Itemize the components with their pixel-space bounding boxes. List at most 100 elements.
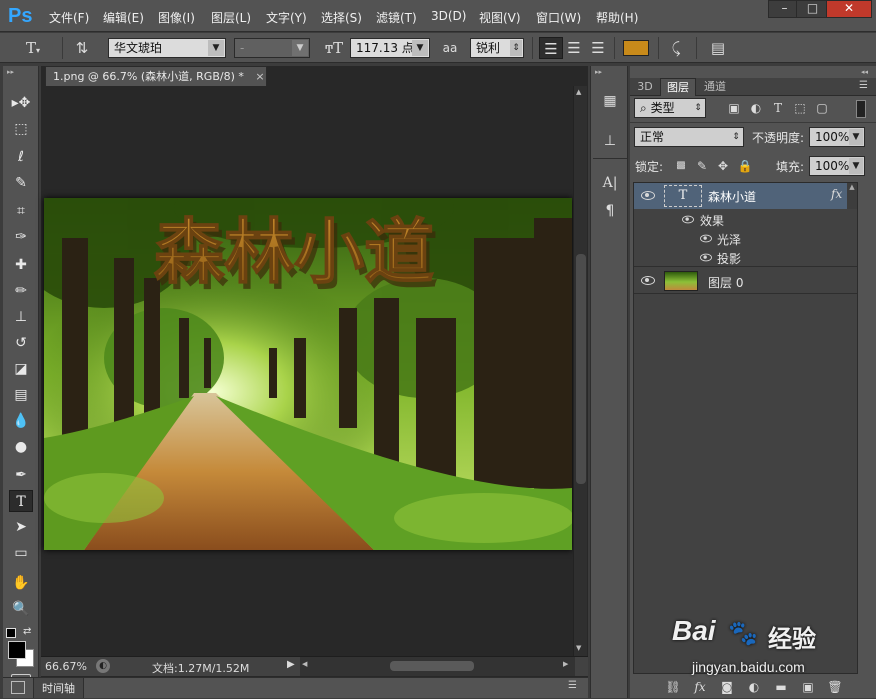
gradient-icon[interactable]: ▤ [9, 384, 33, 406]
font-family-select[interactable]: 华文琥珀 ▼ [108, 38, 226, 58]
menu-type[interactable]: 文字(Y) [266, 9, 307, 26]
scroll-down-icon[interactable]: ▼ [576, 644, 581, 652]
collapse-icon[interactable]: ◂◂ [861, 68, 868, 76]
lock-pixels-icon[interactable]: ✎ [694, 158, 710, 174]
move-icon[interactable]: ▸✥ [9, 92, 33, 114]
blur-icon[interactable]: 💧 [9, 410, 33, 432]
collapse-icon[interactable]: ▸▸ [7, 68, 35, 76]
effect-satin-eye-icon[interactable] [700, 234, 712, 243]
properties-panel-icon[interactable]: ⊥ [599, 130, 621, 152]
canvas-text[interactable]: 森林小道 [153, 210, 435, 294]
visibility-eye-icon[interactable] [641, 191, 655, 200]
effects-eye-icon[interactable] [682, 215, 694, 224]
effect-drop-shadow[interactable]: 投影 [717, 250, 741, 267]
collapse-icon[interactable]: ▸▸ [595, 68, 602, 76]
crop-icon[interactable]: ⌗ [9, 200, 33, 222]
align-right-icon[interactable]: ☰ [586, 37, 610, 59]
expand-effects-icon[interactable]: ▲ [847, 183, 857, 209]
font-style-select[interactable]: - ▼ [234, 38, 310, 58]
filter-pixel-icon[interactable]: ▣ [726, 100, 742, 116]
filter-type-icon[interactable]: T [770, 100, 786, 116]
marquee-icon[interactable]: ⬚ [9, 118, 33, 140]
warp-text-icon[interactable]: ⤹ [664, 37, 688, 59]
filter-smart-object-icon[interactable]: ▢ [814, 100, 830, 116]
hand-icon[interactable]: ✋ [9, 572, 33, 594]
status-menu-arrow-icon[interactable]: ▶ [287, 659, 295, 670]
panel-icon[interactable] [11, 681, 25, 694]
menu-image[interactable]: 图像(I) [158, 9, 195, 26]
character-panel-icon[interactable]: A| [599, 172, 621, 194]
filter-shape-icon[interactable]: ⬚ [792, 100, 808, 116]
menu-window[interactable]: 窗口(W) [536, 9, 581, 26]
path-select-icon[interactable]: ➤ [9, 516, 33, 538]
horizontal-scrollbar[interactable]: ◀ ▶ [300, 657, 575, 676]
menu-3d[interactable]: 3D(D) [431, 9, 466, 23]
align-center-icon[interactable]: ☰ [562, 37, 586, 59]
pen-icon[interactable]: ✒ [9, 464, 33, 486]
vertical-scrollbar[interactable]: ▲ ▼ [573, 86, 587, 656]
document-tab[interactable]: 1.png @ 66.7% (森林小道, RGB/8) * × [45, 66, 267, 86]
fx-icon[interactable]: fx [831, 187, 842, 201]
filter-toggle[interactable] [856, 100, 866, 118]
menu-edit[interactable]: 编辑(E) [103, 9, 144, 26]
menu-view[interactable]: 视图(V) [479, 9, 521, 26]
layer-name[interactable]: 森林小道 [708, 188, 756, 205]
maximize-button[interactable]: □ [796, 0, 829, 18]
lock-transparent-icon[interactable]: ▩ [673, 158, 689, 174]
scroll-up-icon[interactable]: ▲ [576, 88, 581, 96]
tab-layers[interactable]: 图层 [660, 78, 696, 96]
menu-layer[interactable]: 图层(L) [211, 9, 251, 26]
foreground-color-swatch[interactable] [8, 641, 26, 659]
eyedropper-icon[interactable]: ✑ [9, 226, 33, 248]
layer-filter-select[interactable]: ⌕ 类型 ⇕ [634, 98, 706, 118]
close-tab-icon[interactable]: × [255, 70, 264, 83]
anti-alias-select[interactable]: 锐利 ⇕ [470, 38, 524, 58]
menu-filter[interactable]: 滤镜(T) [376, 9, 417, 26]
menu-help[interactable]: 帮助(H) [596, 9, 638, 26]
tab-channels[interactable]: 通道 [698, 78, 732, 96]
swap-colors-icon[interactable]: ⇄ [23, 626, 31, 637]
effect-drop-shadow-eye-icon[interactable] [700, 253, 712, 262]
menu-file[interactable]: 文件(F) [49, 9, 89, 26]
scroll-right-icon[interactable]: ▶ [563, 660, 568, 668]
align-left-icon[interactable]: ☰ [539, 37, 563, 59]
timeline-tab[interactable]: 时间轴 [33, 678, 84, 698]
text-orientation-icon[interactable]: ⇅ [70, 37, 94, 59]
eraser-icon[interactable]: ◪ [9, 358, 33, 380]
healing-icon[interactable]: ✚ [9, 254, 33, 276]
brush-icon[interactable]: ✏ [9, 280, 33, 302]
default-colors-icon[interactable] [6, 628, 16, 638]
zoom-level[interactable]: 66.67% [45, 660, 87, 673]
stamp-icon[interactable]: ⊥ [9, 306, 33, 328]
opacity-input[interactable]: 100% ▼ [809, 127, 865, 147]
layer-item-image[interactable]: 图层 0 [634, 268, 857, 294]
zoom-icon[interactable]: 🔍 [9, 598, 33, 620]
tab-3d[interactable]: 3D [633, 78, 657, 96]
close-window-button[interactable]: ✕ [826, 0, 872, 18]
history-panel-icon[interactable]: ▦ [599, 90, 621, 112]
effect-satin[interactable]: 光泽 [717, 231, 741, 248]
canvas-image[interactable]: 森林小道 森林小道 [44, 198, 572, 550]
layer-name[interactable]: 图层 0 [708, 274, 743, 291]
dodge-icon[interactable]: ● [9, 436, 33, 458]
paragraph-panel-icon[interactable]: ¶ [599, 200, 621, 222]
panel-menu-icon[interactable]: ☰ [568, 680, 577, 691]
layer-item-text[interactable]: T 森林小道 fx ▲ 效果 光泽 投影 [634, 183, 857, 267]
scroll-left-icon[interactable]: ◀ [302, 660, 307, 668]
horizontal-scroll-thumb[interactable] [390, 661, 474, 671]
panel-menu-icon[interactable]: ☰ [859, 80, 868, 91]
quick-select-icon[interactable]: ✎ [9, 172, 33, 194]
visibility-eye-icon[interactable] [641, 276, 655, 285]
blend-mode-select[interactable]: 正常 ⇕ [634, 127, 744, 147]
lock-position-icon[interactable]: ✥ [715, 158, 731, 174]
fill-input[interactable]: 100% ▼ [809, 156, 865, 176]
type-tool-preset-icon[interactable]: T▾ [21, 37, 45, 59]
filter-adjustment-icon[interactable]: ◐ [748, 100, 764, 116]
rectangle-shape-icon[interactable]: ▭ [9, 542, 33, 564]
vertical-scroll-thumb[interactable] [576, 254, 586, 484]
lasso-icon[interactable]: ℓ [9, 146, 33, 168]
text-color-swatch[interactable] [623, 40, 649, 56]
status-share-icon[interactable]: ◐ [96, 659, 110, 673]
type-icon[interactable]: T [9, 490, 33, 512]
character-panel-icon[interactable]: ▤ [706, 37, 730, 59]
